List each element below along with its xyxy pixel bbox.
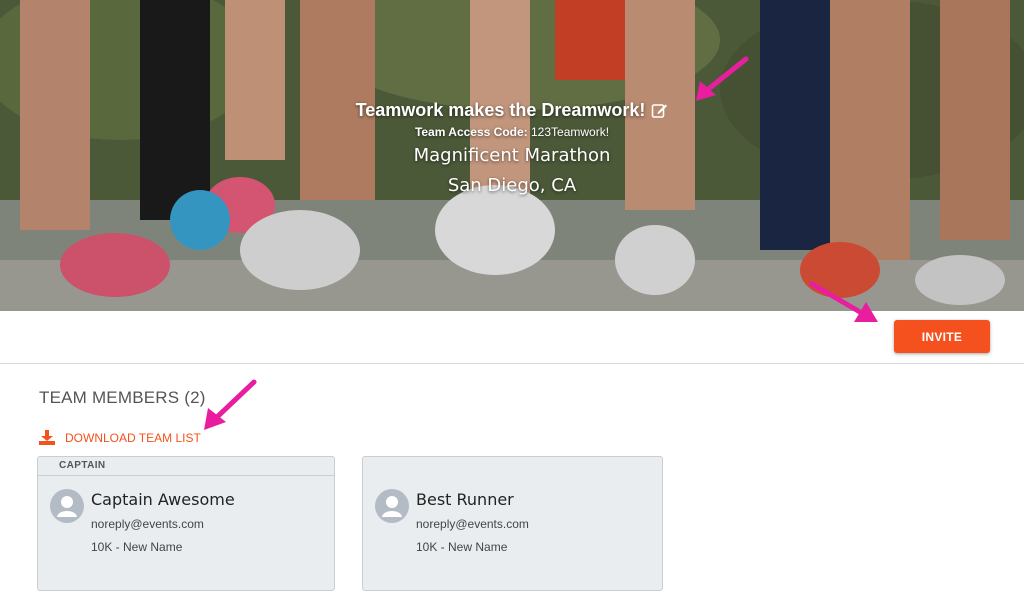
member-race: 10K - New Name [416,540,508,554]
member-race: 10K - New Name [91,540,183,554]
avatar [375,489,409,523]
team-name: Teamwork makes the Dreamwork! [355,100,646,120]
download-icon [39,430,55,445]
team-members-heading: TEAM MEMBERS (2) [39,388,206,407]
member-email: noreply@events.com [91,517,204,531]
member-name: Captain Awesome [91,490,235,509]
hero-banner: Teamwork makes the Dreamwork! Team Acces… [0,0,1024,311]
access-code-row: Team Access Code: 123Teamwork! [0,125,1024,139]
member-card[interactable]: CAPTAIN Captain Awesome noreply@events.c… [37,456,335,591]
member-card[interactable]: Best Runner noreply@events.com 10K - New… [362,456,663,591]
avatar [50,489,84,523]
access-code-value: 123Teamwork! [531,125,610,139]
event-location: San Diego, CA [447,175,577,196]
member-email: noreply@events.com [416,517,529,531]
team-title-row: Teamwork makes the Dreamwork! [356,100,669,121]
edit-icon[interactable] [651,102,668,119]
access-code-label: Team Access Code: [414,125,528,139]
annotation-arrow-icon [809,281,878,322]
download-team-list-link[interactable]: DOWNLOAD TEAM LIST [39,430,201,445]
event-name: Magnificent Marathon [413,145,611,166]
invite-button[interactable]: INVITE [894,320,990,353]
download-team-list-label: DOWNLOAD TEAM LIST [65,430,201,445]
user-icon [57,496,77,517]
annotation-arrow-icon [696,56,749,101]
annotation-arrow-icon [204,379,257,430]
team-info: Teamwork makes the Dreamwork! Team Acces… [0,100,1024,196]
user-icon [382,496,402,517]
member-name: Best Runner [416,490,514,509]
captain-badge: CAPTAIN [38,457,334,476]
